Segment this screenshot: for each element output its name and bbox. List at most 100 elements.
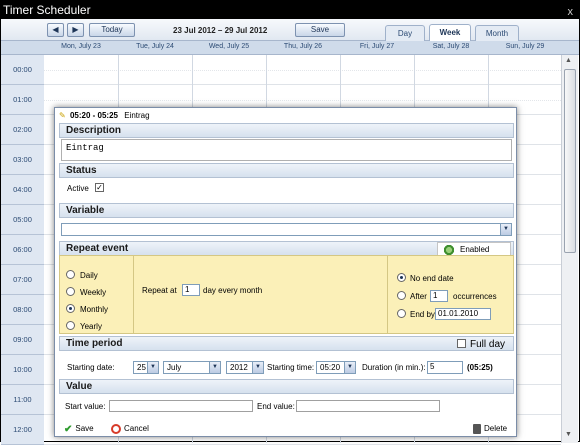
scroll-down-icon[interactable]: ▼ (565, 431, 572, 438)
scroll-up-icon[interactable]: ▲ (565, 57, 572, 64)
occurrences-label: occurrences (453, 292, 497, 301)
tab-week[interactable]: Week (429, 24, 471, 41)
hour-label: 05:00 (1, 205, 44, 235)
section-description: Description (59, 123, 514, 138)
year-select-value: 2012 (230, 363, 248, 372)
monthly-label: Monthly (80, 305, 109, 314)
no-end-date-label: No end date (410, 274, 454, 283)
section-value: Value (59, 379, 514, 394)
tab-month[interactable]: Month (475, 25, 519, 41)
end-value-label: End value: (257, 402, 295, 411)
day-header: Wed, July 25 (208, 43, 250, 50)
hour-label: 10:00 (1, 355, 44, 385)
day-header: Thu, July 26 (283, 43, 323, 50)
date-range-label: 23 Jul 2012 – 29 Jul 2012 (173, 26, 268, 35)
day-header: Sat, July 28 (432, 43, 470, 50)
event-title: Eintrag (124, 111, 150, 120)
scrollbar-thumb[interactable] (564, 69, 576, 253)
active-label: Active (67, 184, 89, 193)
dialog-delete-button[interactable]: Delete (473, 423, 507, 435)
next-week-button[interactable]: ▶ (67, 23, 84, 37)
hour-label: 01:00 (1, 85, 44, 115)
chevron-down-icon[interactable]: ▼ (209, 362, 220, 373)
hour-label: 02:00 (1, 115, 44, 145)
chevron-down-icon[interactable]: ▼ (344, 362, 355, 373)
month-select[interactable]: July ▼ (163, 361, 221, 374)
radio-monthly[interactable] (66, 304, 75, 313)
chevron-down-icon[interactable]: ▼ (252, 362, 263, 373)
yearly-label: Yearly (80, 322, 102, 331)
event-time-range: 05:20 - 05:25 (69, 111, 118, 120)
trash-icon (473, 423, 481, 434)
variable-select[interactable]: ▼ (61, 223, 512, 236)
divider (133, 256, 134, 333)
save-label: Save (75, 424, 94, 433)
repeat-at-input[interactable]: 1 (182, 284, 200, 296)
radio-daily[interactable] (66, 270, 75, 279)
hour-label: 06:00 (1, 235, 44, 265)
delete-label: Delete (484, 424, 508, 433)
divider (387, 256, 388, 333)
hour-label: 12:00 (1, 415, 44, 445)
start-value-input[interactable] (109, 400, 253, 412)
after-label: After (410, 292, 427, 301)
radio-no-end-date[interactable] (397, 273, 406, 282)
dialog-save-button[interactable]: ✔ Save (64, 423, 94, 435)
start-value-label: Start value: (65, 402, 106, 411)
hour-label: 11:00 (1, 385, 44, 415)
end-time-label: (05:25) (467, 363, 493, 372)
month-select-value: July (167, 363, 182, 372)
radio-yearly[interactable] (66, 321, 75, 330)
enabled-label: Enabled (460, 245, 490, 254)
hour-label: 04:00 (1, 175, 44, 205)
cancel-label: Cancel (124, 424, 149, 433)
hour-label: 03:00 (1, 145, 44, 175)
radio-after[interactable] (397, 291, 406, 300)
radio-end-by[interactable] (397, 309, 406, 318)
save-toolbar-button[interactable]: Save (295, 23, 345, 37)
description-textarea[interactable]: Eintrag (61, 139, 512, 161)
duration-label: Duration (in min.): (362, 363, 426, 372)
day-header: Fri, July 27 (359, 43, 395, 50)
time-select-value: 05:20 (320, 363, 341, 372)
dialog-title-bar: ✎ 05:20 - 05:25 Eintrag (55, 108, 516, 123)
duration-input[interactable]: 5 (427, 361, 463, 374)
window-title: Timer Scheduler (3, 3, 91, 17)
daily-label: Daily (80, 271, 98, 280)
time-select[interactable]: 05:20 ▼ (316, 361, 356, 374)
full-day-checkbox[interactable] (457, 339, 466, 348)
section-time-period: Time period (59, 336, 514, 351)
starting-time-label: Starting time: (267, 363, 315, 372)
prev-week-button[interactable]: ◀ (47, 23, 64, 37)
cancel-icon (111, 423, 121, 434)
section-variable: Variable (59, 203, 514, 218)
pencil-icon: ✎ (59, 111, 66, 120)
tab-day[interactable]: Day (385, 25, 425, 41)
hour-label: 00:00 (1, 55, 44, 85)
today-button[interactable]: Today (89, 23, 135, 37)
dialog-cancel-button[interactable]: Cancel (111, 423, 149, 435)
repeat-at-prefix: Repeat at (142, 286, 177, 295)
active-checkbox[interactable]: ✓ (95, 183, 104, 192)
vertical-scrollbar[interactable]: ▲ ▼ (561, 55, 578, 443)
weekly-label: Weekly (80, 288, 107, 297)
title-bar: Timer Scheduler x (1, 1, 579, 19)
repeat-at-suffix: day every month (203, 286, 263, 295)
radio-weekly[interactable] (66, 287, 75, 296)
hour-label: 07:00 (1, 265, 44, 295)
end-value-input[interactable] (296, 400, 440, 412)
chevron-down-icon[interactable]: ▼ (147, 362, 158, 373)
dialog-footer: ✔ Save Cancel Delete (55, 421, 516, 437)
day-header: Sun, July 29 (505, 43, 545, 50)
event-dialog: ✎ 05:20 - 05:25 Eintrag Description Eint… (54, 107, 517, 437)
year-select[interactable]: 2012 ▼ (226, 361, 264, 374)
day-select[interactable]: 25 ▼ (133, 361, 159, 374)
end-by-date-input[interactable]: 01.01.2010 (435, 308, 491, 320)
timer-scheduler-window: Timer Scheduler x ◀ ▶ Today 23 Jul 2012 … (0, 0, 580, 445)
day-header: Tue, July 24 (136, 43, 174, 50)
hour-label: 09:00 (1, 325, 44, 355)
chevron-down-icon[interactable]: ▼ (500, 224, 511, 235)
day-header-row: Mon, July 23 Tue, July 24 Wed, July 25 T… (1, 41, 579, 55)
after-occurrences-input[interactable]: 1 (430, 290, 448, 302)
section-status: Status (59, 163, 514, 178)
